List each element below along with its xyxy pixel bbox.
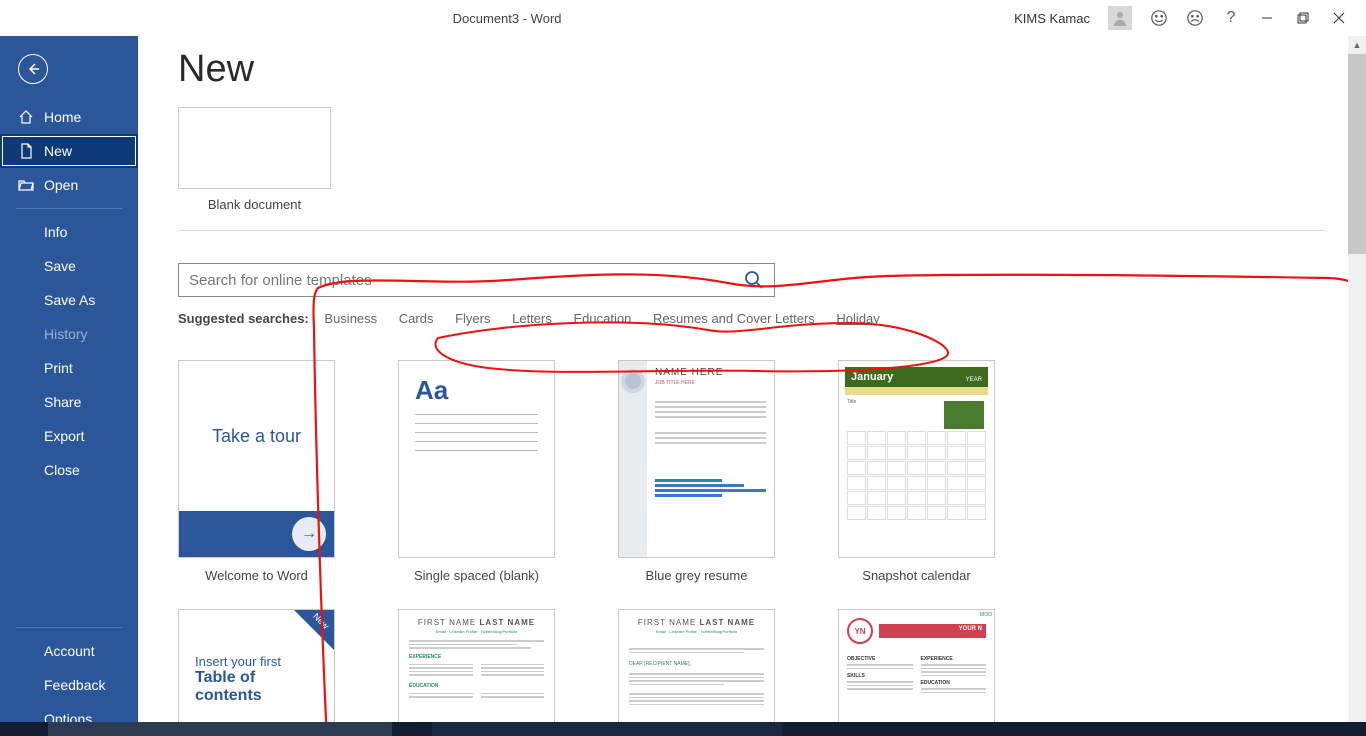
suggest-education[interactable]: Education [573, 311, 631, 326]
sidebar-item-home[interactable]: Home [0, 100, 138, 134]
suggest-resumes[interactable]: Resumes and Cover Letters [653, 311, 815, 326]
suggest-label: Suggested searches: [178, 311, 309, 326]
user-avatar[interactable] [1108, 6, 1132, 30]
scroll-thumb[interactable] [1348, 54, 1366, 254]
frown-icon[interactable] [1186, 9, 1204, 27]
blank-label: Blank document [178, 197, 331, 212]
sidebar-item-saveas[interactable]: Save As [0, 283, 138, 317]
search-input[interactable] [179, 264, 734, 296]
thumb: New Insert your first Table of contents [178, 609, 335, 736]
sidebar-item-info[interactable]: Info [0, 215, 138, 249]
sidebar-item-print[interactable]: Print [0, 351, 138, 385]
template-resume-green-2[interactable]: FIRST NAME LAST NAME Email · LinkedIn Pr… [618, 609, 775, 736]
suggest-holiday[interactable]: Holiday [836, 311, 879, 326]
back-button[interactable] [18, 54, 48, 84]
sidebar-label: Home [44, 109, 81, 125]
blank-thumb [178, 107, 331, 189]
smile-icon[interactable] [1150, 9, 1168, 27]
scroll-up-button[interactable]: ▲ [1348, 36, 1366, 54]
vertical-scrollbar[interactable]: ▲ ▼ [1348, 36, 1366, 736]
template-grid-2: New Insert your first Table of contents … [178, 609, 1326, 736]
suggest-cards[interactable]: Cards [399, 311, 434, 326]
template-toc[interactable]: New Insert your first Table of contents [178, 609, 335, 736]
page-title: New [178, 48, 1326, 91]
template-welcome[interactable]: Take a tour → Welcome to Word [178, 360, 335, 583]
sidebar-item-save[interactable]: Save [0, 249, 138, 283]
template-moo-resume[interactable]: MOO YN YOUR N OBJECTIVE SKILLS EXPERIENC [838, 609, 995, 736]
search-icon [744, 270, 764, 290]
suggested-searches: Suggested searches: Business Cards Flyer… [178, 311, 1326, 326]
sidebar-item-share[interactable]: Share [0, 385, 138, 419]
open-icon [18, 177, 34, 193]
sidebar-item-new[interactable]: New [0, 134, 138, 168]
sidebar-item-account[interactable]: Account [0, 634, 138, 668]
sidebar-item-open[interactable]: Open [0, 168, 138, 202]
window-title: Document3 - Word [0, 11, 1014, 26]
minimize-button[interactable] [1258, 9, 1276, 27]
sidebar-label: New [44, 143, 72, 159]
close-button[interactable] [1330, 9, 1348, 27]
template-blank-document[interactable]: Blank document [178, 107, 331, 212]
template-caption: Snapshot calendar [838, 568, 995, 583]
thumb: Aa [398, 360, 555, 558]
suggest-letters[interactable]: Letters [512, 311, 552, 326]
thumb: FIRST NAME LAST NAME Email · LinkedIn Pr… [618, 609, 775, 736]
content-area: New Blank document Suggested searches: B… [138, 36, 1366, 736]
help-icon[interactable]: ? [1222, 9, 1240, 27]
separator [178, 230, 1326, 231]
taskbar [0, 722, 1366, 736]
titlebar: Document3 - Word KIMS Kamac ? [0, 0, 1366, 36]
home-icon [18, 109, 34, 125]
thumb: JanuaryYEAR Title [838, 360, 995, 558]
sidebar-item-feedback[interactable]: Feedback [0, 668, 138, 702]
template-single-spaced[interactable]: Aa Single spaced (blank) [398, 360, 555, 583]
thumb: FIRST NAME LAST NAME Email · LinkedIn Pr… [398, 609, 555, 736]
template-caption: Blue grey resume [618, 568, 775, 583]
sidebar-item-history: History [0, 317, 138, 351]
sidebar-item-close[interactable]: Close [0, 453, 138, 487]
new-icon [18, 143, 34, 159]
thumb: Take a tour → [178, 360, 335, 558]
user-name: KIMS Kamac [1014, 11, 1090, 26]
suggest-business[interactable]: Business [324, 311, 377, 326]
template-caption: Single spaced (blank) [398, 568, 555, 583]
sidebar-item-export[interactable]: Export [0, 419, 138, 453]
thumb: NAME HERE JOB TITLE HERE [618, 360, 775, 558]
search-box [178, 263, 775, 297]
sidebar-label: Open [44, 177, 78, 193]
thumb: MOO YN YOUR N OBJECTIVE SKILLS EXPERIENC [838, 609, 995, 736]
template-resume-green[interactable]: FIRST NAME LAST NAME Email · LinkedIn Pr… [398, 609, 555, 736]
backstage-sidebar: Home New Open Info Save Save As History … [0, 36, 138, 736]
suggest-flyers[interactable]: Flyers [455, 311, 490, 326]
template-snapshot-calendar[interactable]: JanuaryYEAR Title [838, 360, 995, 583]
search-button[interactable] [734, 264, 774, 296]
arrow-icon: → [292, 517, 326, 551]
template-grid: Take a tour → Welcome to Word Aa Single … [178, 360, 1326, 583]
template-blue-grey-resume[interactable]: NAME HERE JOB TITLE HERE Blue grey resum… [618, 360, 775, 583]
maximize-button[interactable] [1294, 9, 1312, 27]
template-caption: Welcome to Word [178, 568, 335, 583]
